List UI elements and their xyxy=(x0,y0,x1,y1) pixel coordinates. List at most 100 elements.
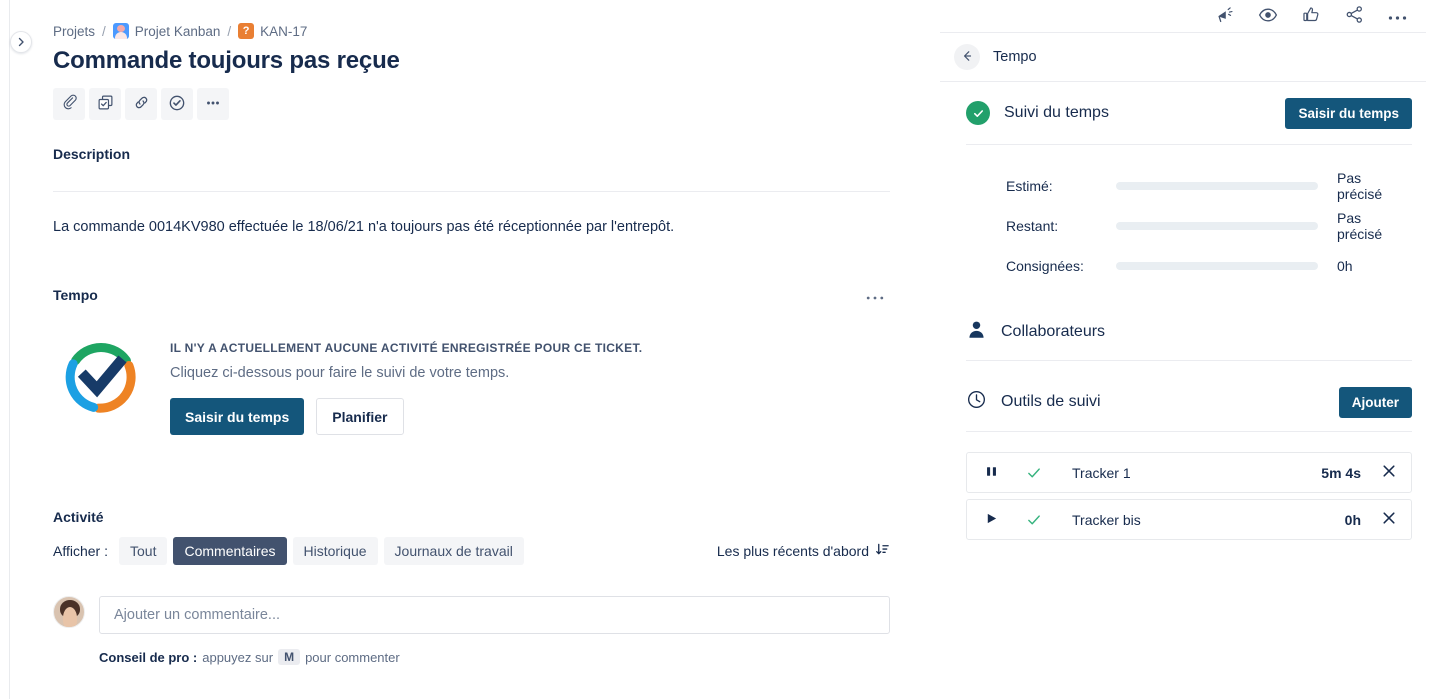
comment-input[interactable] xyxy=(99,596,890,634)
tab-history[interactable]: Historique xyxy=(292,537,378,565)
breadcrumb-separator-2: / xyxy=(227,23,232,39)
breadcrumb-issue[interactable]: ? KAN-17 xyxy=(238,23,307,39)
eye-icon xyxy=(1258,5,1278,28)
tracker-time: 0h xyxy=(1344,511,1361,528)
close-icon-button[interactable] xyxy=(1381,510,1397,529)
tracker-list: Tracker 1 5m 4s Tracker bis 0h xyxy=(966,452,1412,540)
time-row-logged: Consignées: 0h xyxy=(1006,246,1412,286)
time-bar-logged xyxy=(1116,262,1318,270)
panel-more-icon-button[interactable] xyxy=(1388,9,1407,24)
tracking-tools-header: Outils de suivi Ajouter xyxy=(966,373,1412,431)
activity-filter-row: Afficher : Tout Commentaires Historique … xyxy=(53,537,890,565)
plan-button[interactable]: Planifier xyxy=(316,398,404,435)
panel-back-button[interactable] xyxy=(954,44,980,70)
ellipsis-icon xyxy=(866,285,884,305)
link-icon xyxy=(133,94,150,114)
time-label-remaining: Restant: xyxy=(1006,218,1059,234)
pro-tip-after: pour commenter xyxy=(305,649,400,665)
tempo-more-button[interactable] xyxy=(860,284,890,306)
tab-all[interactable]: Tout xyxy=(119,537,168,565)
arrow-left-icon xyxy=(960,49,974,66)
megaphone-icon xyxy=(1215,5,1234,27)
time-value-logged: 0h xyxy=(1337,258,1353,274)
breadcrumb-issue-key[interactable]: KAN-17 xyxy=(260,24,307,39)
pro-tip: Conseil de pro : appuyez sur M pour comm… xyxy=(99,649,890,665)
time-bar-remaining xyxy=(1116,222,1318,230)
tempo-empty-buttons: Saisir du temps Planifier xyxy=(170,398,642,435)
page-title: Commande toujours pas reçue xyxy=(53,47,400,74)
tempo-empty-subtext: Cliquez ci-dessous pour faire le suivi d… xyxy=(170,365,510,381)
pause-button[interactable] xyxy=(985,465,998,481)
issue-action-toolbar xyxy=(53,88,890,120)
activity-filter-label: Afficher : xyxy=(53,543,108,559)
activity-label: Activité xyxy=(53,509,104,525)
table-row[interactable]: Tracker 1 5m 4s xyxy=(966,452,1412,493)
panel-header: Tempo xyxy=(930,33,1436,81)
clock-icon xyxy=(966,389,987,415)
check-icon[interactable] xyxy=(1026,512,1042,528)
panel-body: Suivi du temps Saisir du temps Estimé: P… xyxy=(930,82,1436,540)
child-issue-icon xyxy=(97,94,114,114)
table-row[interactable]: Tracker bis 0h xyxy=(966,499,1412,540)
tracking-tools-divider xyxy=(966,431,1412,432)
green-check-icon xyxy=(966,101,990,125)
link-icon-button[interactable] xyxy=(125,88,157,120)
time-value-remaining: Pas précisé xyxy=(1337,210,1383,242)
play-button[interactable] xyxy=(985,512,998,528)
sort-descending-icon xyxy=(875,542,890,560)
time-label-logged: Consignées: xyxy=(1006,258,1084,274)
check-circle-icon xyxy=(168,94,186,115)
tempo-logo-icon xyxy=(60,336,142,418)
time-value-estimated: Pas précisé xyxy=(1337,170,1383,202)
close-icon xyxy=(1381,510,1397,529)
project-avatar-icon xyxy=(112,23,129,39)
time-label-estimated: Estimé: xyxy=(1006,178,1053,194)
collaborators-divider xyxy=(966,360,1412,361)
more-icon-button[interactable] xyxy=(197,88,229,120)
sidebar-expand-button[interactable] xyxy=(10,31,32,53)
close-icon xyxy=(1381,463,1397,482)
tracker-name: Tracker 1 xyxy=(1072,464,1131,481)
pro-tip-before: appuyez sur xyxy=(202,649,274,665)
description-divider xyxy=(53,191,890,192)
breadcrumb-separator-1: / xyxy=(102,23,106,39)
tab-worklogs[interactable]: Journaux de travail xyxy=(383,537,524,565)
pro-tip-prefix: Conseil de pro : xyxy=(99,649,198,665)
share-icon-button[interactable] xyxy=(1345,5,1364,27)
share-icon xyxy=(1345,5,1364,27)
thumbs-up-icon xyxy=(1302,5,1321,27)
pause-icon xyxy=(985,465,998,481)
log-time-button[interactable]: Saisir du temps xyxy=(170,398,305,435)
tempo-empty-headline: IL N'Y A ACTUELLEMENT AUCUNE ACTIVITÉ EN… xyxy=(170,341,643,355)
time-tracking-title: Suivi du temps xyxy=(1004,104,1109,121)
megaphone-icon-button[interactable] xyxy=(1215,5,1234,27)
attach-icon-button[interactable] xyxy=(53,88,85,120)
tracker-time: 5m 4s xyxy=(1321,464,1361,481)
breadcrumb-projects[interactable]: Projets xyxy=(53,24,95,39)
more-icon xyxy=(1388,9,1407,24)
issue-detail-page: Projets / Projet Kanban / ? KAN-17 Comma… xyxy=(0,0,1436,699)
pro-tip-key: M xyxy=(278,649,301,665)
check-circle-icon-button[interactable] xyxy=(161,88,193,120)
play-icon xyxy=(985,512,998,528)
eye-icon-button[interactable] xyxy=(1258,5,1278,28)
tab-comments[interactable]: Commentaires xyxy=(173,537,287,565)
thumbs-up-icon-button[interactable] xyxy=(1302,5,1321,27)
breadcrumb-project[interactable]: Projet Kanban xyxy=(112,23,221,39)
chevron-right-icon xyxy=(15,36,27,48)
time-tracking-rows: Estimé: Pas précisé Restant: Pas précisé… xyxy=(966,145,1412,296)
breadcrumb-project-label[interactable]: Projet Kanban xyxy=(135,24,221,39)
tempo-section-header: Tempo xyxy=(53,284,890,306)
tracker-name: Tracker bis xyxy=(1072,511,1141,528)
add-tracker-button[interactable]: Ajouter xyxy=(1338,386,1412,418)
left-rail xyxy=(0,0,10,699)
tempo-side-panel: Tempo Suivi du temps Saisir du temps Est… xyxy=(930,0,1436,699)
panel-top-toolbar xyxy=(930,0,1436,32)
check-icon[interactable] xyxy=(1026,465,1042,481)
sort-control[interactable]: Les plus récents d'abord xyxy=(717,542,890,560)
add-comment-row xyxy=(53,596,890,634)
panel-log-time-button[interactable]: Saisir du temps xyxy=(1285,97,1412,129)
close-icon-button[interactable] xyxy=(1381,463,1397,482)
time-row-remaining: Restant: Pas précisé xyxy=(1006,206,1412,246)
child-issue-icon-button[interactable] xyxy=(89,88,121,120)
